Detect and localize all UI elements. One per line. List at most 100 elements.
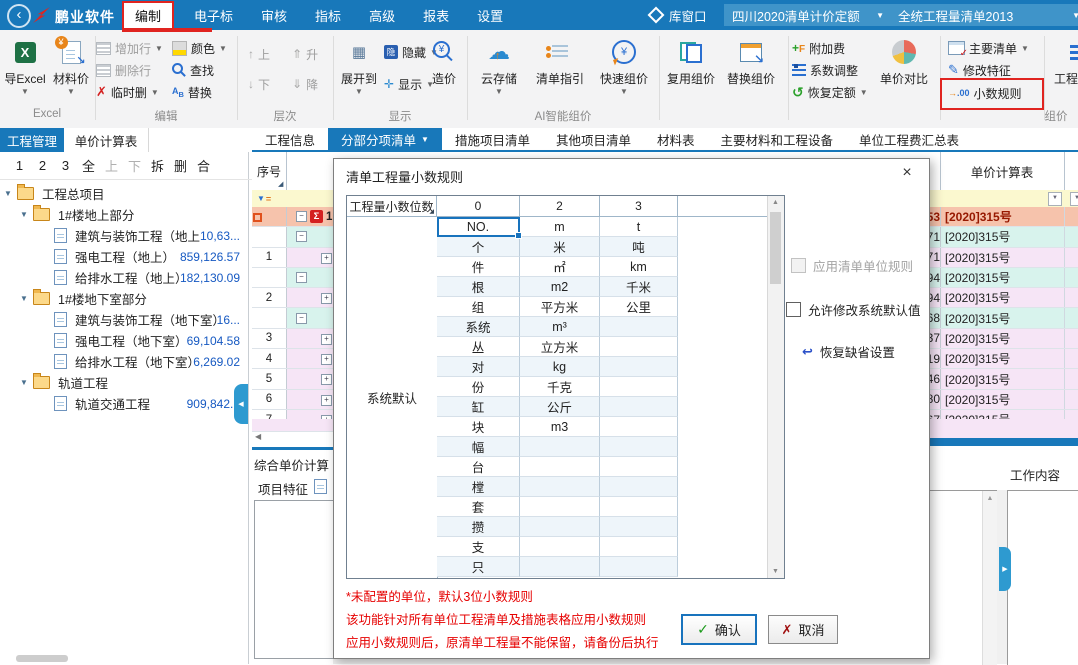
material-price-button[interactable]: ¥↘ 材料价▼	[48, 36, 94, 96]
unit-cell-2-decimals[interactable]: m2	[520, 277, 600, 297]
scrollbar-thumb[interactable]	[770, 212, 781, 284]
main-tab[interactable]: 单位工程费汇总表 ▼	[846, 128, 972, 150]
unit-cell-3-decimals[interactable]	[600, 317, 678, 337]
tree-toolbar-button[interactable]: 上	[100, 156, 123, 175]
price-compare-button[interactable]: 单价对比	[874, 36, 934, 87]
unit-cell-0-decimals[interactable]: 幅	[437, 437, 520, 457]
unit-cell-2-decimals[interactable]	[520, 537, 600, 557]
tree-toolbar-button[interactable]: 合	[192, 156, 215, 175]
allow-modify-default-checkbox[interactable]: 允许修改系统默认值	[786, 300, 921, 319]
tree-item[interactable]: ▼ 轨道工程	[0, 372, 248, 393]
menu-item[interactable]: 报表	[409, 6, 463, 25]
expand-box-icon[interactable]: +	[321, 374, 332, 385]
unit-cell-3-decimals[interactable]	[600, 557, 678, 577]
unit-cell-2-decimals[interactable]: 公斤	[520, 397, 600, 417]
find-button[interactable]: 查找	[172, 60, 214, 80]
unit-cell-3-decimals[interactable]	[600, 357, 678, 377]
unit-cell-3-decimals[interactable]	[600, 517, 678, 537]
unit-cell-0-decimals[interactable]: 个	[437, 237, 520, 257]
grid-row-left[interactable]: 4 − Σ +	[252, 349, 333, 369]
unit-cell-2-decimals[interactable]: kg	[520, 357, 600, 377]
caret-down-icon[interactable]: ▼	[20, 210, 33, 219]
add-row-button[interactable]: 增加行▼	[96, 38, 163, 58]
expand-box-icon[interactable]: +	[321, 334, 332, 345]
unit-cell-0-decimals[interactable]: 对	[437, 357, 520, 377]
tab-unit-price-table[interactable]: 单价计算表	[64, 128, 149, 152]
grid-row-left[interactable]: − Σ +	[252, 308, 333, 328]
unit-cell-2-decimals[interactable]	[520, 497, 600, 517]
unit-cell-2-decimals[interactable]: 米	[520, 237, 600, 257]
unit-cell-3-decimals[interactable]: 千米	[600, 277, 678, 297]
export-excel-button[interactable]: X 导Excel▼	[2, 36, 48, 96]
unit-cell-2-decimals[interactable]: 平方米	[520, 297, 600, 317]
scroll-left-icon[interactable]: ◀	[255, 432, 261, 441]
panel-expand-handle[interactable]: ▶	[999, 547, 1011, 591]
unit-cell-3-decimals[interactable]	[600, 477, 678, 497]
filter-dropdown-icon[interactable]: ▼	[1048, 192, 1062, 206]
close-icon[interactable]: ×	[897, 164, 917, 182]
unit-price-header-label[interactable]: 单价计算表	[940, 152, 1064, 190]
column-header-label[interactable]: 工程量小数位数	[347, 196, 437, 217]
grid-row-left[interactable]: − Σ +	[252, 227, 333, 247]
tree-toolbar-button[interactable]: 2	[31, 158, 54, 173]
expand-box-icon[interactable]: +	[321, 253, 332, 264]
content-panel-right[interactable]	[1007, 490, 1078, 665]
unit-cell-2-decimals[interactable]	[520, 517, 600, 537]
project-check-button[interactable]: 工程自检	[1050, 36, 1078, 87]
grid-row-right[interactable]: 46 [2020]315号	[928, 369, 1078, 389]
unit-cell-0-decimals[interactable]: 支	[437, 537, 520, 557]
apply-unit-rule-checkbox[interactable]: 应用清单单位规则	[791, 256, 913, 275]
tree-toolbar-button[interactable]: 下	[123, 156, 146, 175]
unit-cell-2-decimals[interactable]: 立方米	[520, 337, 600, 357]
tree-toolbar-button[interactable]: 删	[169, 156, 192, 175]
unit-cell-0-decimals[interactable]: 件	[437, 257, 520, 277]
unit-cell-3-decimals[interactable]	[600, 497, 678, 517]
unit-cell-0-decimals[interactable]: 台	[437, 457, 520, 477]
tab-item-feature[interactable]: 项目特征	[258, 479, 308, 498]
filter-row[interactable]: ▼ ▼	[928, 190, 1078, 208]
grid-row-left[interactable]: 6 − Σ +	[252, 390, 333, 410]
expand-box-icon[interactable]: +	[321, 354, 332, 365]
unit-cell-0-decimals[interactable]: 樘	[437, 477, 520, 497]
tree-item[interactable]: ▼ 建筑与装饰工程（地上） 10,63...	[0, 225, 248, 246]
unit-cell-2-decimals[interactable]: m	[520, 217, 600, 237]
unit-cell-0-decimals[interactable]: 只	[437, 557, 520, 577]
main-tab[interactable]: 主要材料和工程设备 ▼	[708, 128, 847, 150]
unit-cell-0-decimals[interactable]: 组	[437, 297, 520, 317]
restore-default-link[interactable]: ↩ 恢复缺省设置	[802, 342, 895, 361]
unit-cell-3-decimals[interactable]	[600, 537, 678, 557]
collapse-box-icon[interactable]: −	[296, 313, 307, 324]
main-tab[interactable]: 工程信息 ▼	[252, 128, 328, 150]
tree-item[interactable]: ▼ 强电工程（地下室） 69,104.58	[0, 330, 248, 351]
main-tab[interactable]: 措施项目清单 ▼	[442, 128, 543, 150]
unit-cell-3-decimals[interactable]	[600, 457, 678, 477]
content-panel-left[interactable]: ▲	[928, 490, 997, 665]
column-header-3[interactable]: 3	[600, 196, 678, 217]
tree-toolbar-button[interactable]: 全	[77, 156, 100, 175]
grid-row-right[interactable]: 68 [2020]315号	[928, 308, 1078, 328]
unit-cell-2-decimals[interactable]: 千克	[520, 377, 600, 397]
tree-toolbar-button[interactable]: 3	[54, 158, 77, 173]
unit-cell-2-decimals[interactable]: ㎡	[520, 257, 600, 277]
filter-row[interactable]: ▼ =	[252, 190, 338, 208]
grid-row-right[interactable]: 94 [2020]315号	[928, 268, 1078, 288]
unit-cell-3-decimals[interactable]	[600, 417, 678, 437]
main-tab[interactable]: 其他项目清单 ▼	[543, 128, 644, 150]
collapse-box-icon[interactable]: −	[296, 211, 307, 222]
tree-item[interactable]: ▼ 建筑与装饰工程（地下室） 16...	[0, 309, 248, 330]
unit-cell-0-decimals[interactable]: 系统	[437, 317, 520, 337]
checkbox-icon[interactable]	[786, 302, 801, 317]
unit-cell-2-decimals[interactable]: m³	[520, 317, 600, 337]
grid-row-left[interactable]: 2 − Σ +	[252, 288, 333, 308]
scroll-up-icon[interactable]: ▲	[768, 199, 783, 206]
horizontal-scrollbar-thumb[interactable]	[16, 655, 68, 662]
panel-collapse-handle[interactable]: ◀	[234, 384, 248, 424]
unit-cell-2-decimals[interactable]: m3	[520, 417, 600, 437]
replace-price-button[interactable]: 替换组价	[722, 36, 780, 87]
grid-row-right[interactable]: 37 [2020]315号	[928, 329, 1078, 349]
grid-row-right[interactable]: 80 [2020]315号	[928, 390, 1078, 410]
unit-cell-2-decimals[interactable]	[520, 557, 600, 577]
grid-row-right[interactable]: 53 [2020]315号	[928, 207, 1078, 227]
unit-cell-2-decimals[interactable]	[520, 477, 600, 497]
grid-row-right[interactable]: 19 [2020]315号	[928, 349, 1078, 369]
